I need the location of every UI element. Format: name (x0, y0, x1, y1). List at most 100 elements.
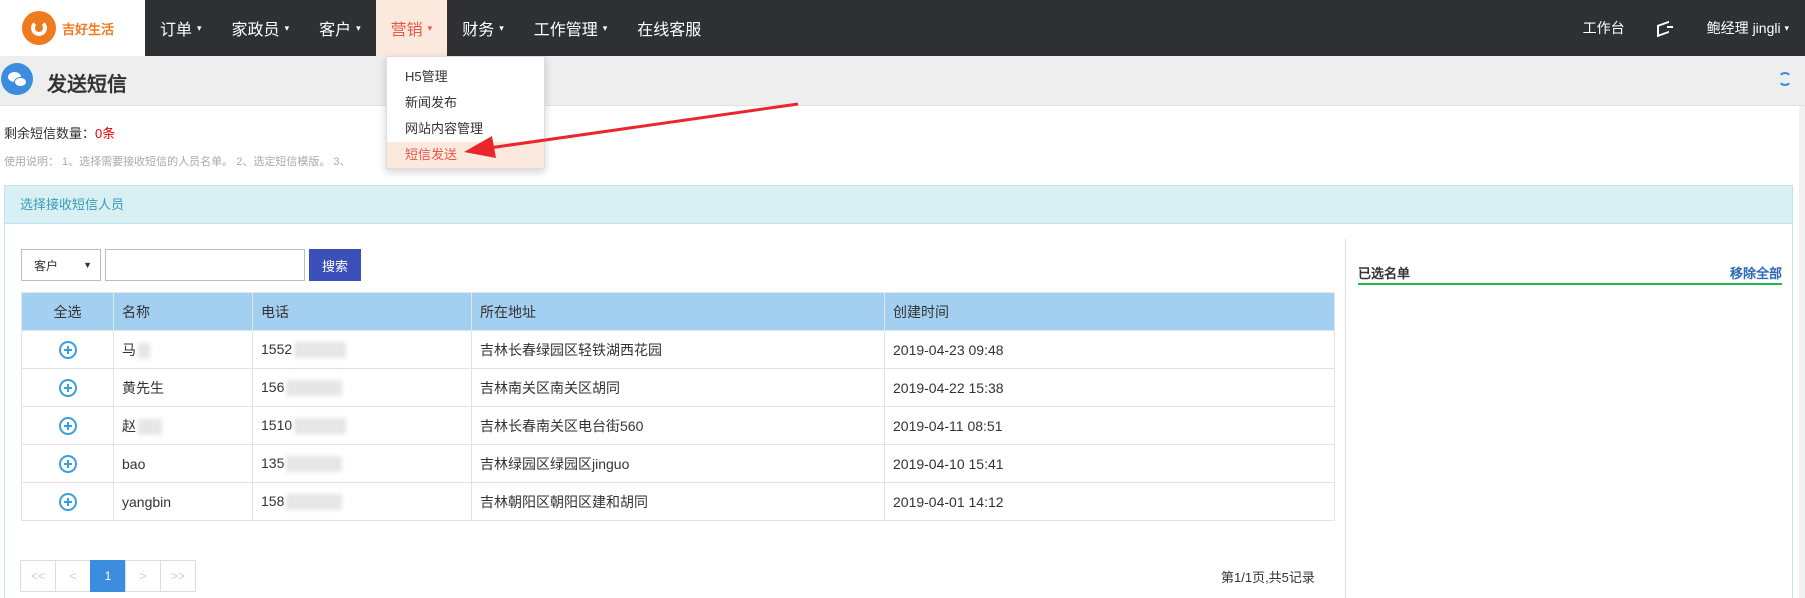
add-circle-icon[interactable] (58, 340, 77, 359)
chevron-down-icon: ▾ (356, 22, 361, 33)
row-name: 马 (113, 330, 253, 369)
row-created: 2019-04-10 15:41 (884, 444, 1335, 483)
nav-finance[interactable]: 财务 ▾ (447, 0, 519, 56)
nav-housekeepers[interactable]: 家政员 ▾ (217, 0, 305, 56)
column-created: 创建时间 (884, 292, 1335, 331)
recipient-type-value: 客户 (34, 258, 59, 273)
last-page-button[interactable]: >> (160, 560, 196, 592)
row-phone-text: 1552 (261, 340, 293, 357)
user-menu[interactable]: 鲍经理 jingli ▾ (1691, 0, 1805, 56)
usage-instructions: 使用说明： 1、选择需要接收短信的人员名单。 2、选定短信模版。 3、 (4, 156, 351, 168)
nav-work-management-label: 工作管理 (533, 22, 598, 39)
row-name-text: 赵 (122, 417, 136, 434)
column-phone: 电话 (252, 292, 472, 331)
search-input[interactable] (105, 249, 305, 281)
nav-online-service[interactable]: 在线客服 (622, 0, 716, 56)
row-name: bao (113, 444, 253, 483)
redacted-mask (286, 380, 343, 397)
row-phone-text: 135 (261, 454, 285, 471)
chevron-down-icon: ▾ (499, 22, 504, 33)
row-name: 黄先生 (113, 368, 253, 407)
nav-customers[interactable]: 客户 ▾ (304, 0, 376, 56)
row-add-cell (21, 330, 114, 369)
table-header: 全选 名称 电话 所在地址 创建时间 (21, 292, 1335, 331)
next-page-button[interactable]: > (125, 560, 161, 592)
page-titlebar: 发送短信 (0, 56, 1805, 106)
nav-orders[interactable]: 订单 ▾ (145, 0, 217, 56)
page-scrollbar[interactable] (1799, 106, 1805, 598)
notification-button[interactable] (1641, 0, 1691, 56)
chevron-down-icon: ▾ (1784, 22, 1789, 33)
nav-work-management[interactable]: 工作管理 ▾ (519, 0, 623, 56)
column-address: 所在地址 (471, 292, 885, 331)
panel-title: 选择接收短信人员 (5, 186, 1792, 224)
prev-page-button[interactable]: < (55, 560, 91, 592)
add-circle-icon[interactable] (58, 378, 77, 397)
nav-customers-label: 客户 (319, 22, 352, 39)
row-phone: 156 (252, 368, 472, 407)
row-address: 吉林绿园区绿园区jinguo (471, 444, 885, 483)
nav-online-service-label: 在线客服 (637, 22, 702, 39)
selected-list-title: 已选名单 (1358, 266, 1411, 281)
row-address: 吉林长春绿园区轻铁湖西花园 (471, 330, 885, 369)
search-bar: 客户 ▼ 搜索 (21, 249, 361, 281)
chat-bubbles-icon (1, 63, 33, 95)
row-add-cell (21, 368, 114, 407)
nav-marketing-label: 营销 (390, 22, 423, 39)
row-phone: 1552 (252, 330, 472, 369)
redacted-mask (294, 342, 347, 359)
selected-list-header: 已选名单 移除全部 (1358, 263, 1782, 285)
remaining-sms-label: 剩余短信数量： (4, 126, 96, 141)
megaphone-icon (1657, 21, 1675, 35)
user-role: 鲍经理 (1706, 20, 1749, 36)
menu-item-h5[interactable]: H5管理 (387, 64, 544, 90)
main-nav: 订单 ▾ 家政员 ▾ 客户 ▾ 营销 ▾ 财务 ▾ 工作管理 ▾ 在线客服 (145, 0, 716, 56)
user-name: jingli (1752, 20, 1781, 36)
brand-logo[interactable]: 吉好生活 (0, 0, 145, 56)
chevron-down-icon: ▾ (602, 22, 608, 33)
nav-orders-label: 订单 (160, 22, 193, 39)
redacted-mask (286, 494, 343, 511)
row-name-text: 马 (122, 341, 136, 358)
first-page-button[interactable]: << (20, 560, 56, 592)
table-row: yangbin 158 吉林朝阳区朝阳区建和胡同 2019-04-01 14:1… (21, 482, 1335, 521)
row-phone: 158 (252, 482, 472, 521)
recipient-table: 全选 名称 电话 所在地址 创建时间 马 1552 吉林长春绿园区轻铁湖西花园 … (21, 292, 1335, 521)
nav-right: 工作台 鲍经理 jingli ▾ (1567, 0, 1805, 56)
redacted-mask (138, 418, 162, 435)
redacted-mask (294, 418, 347, 435)
row-created: 2019-04-01 14:12 (884, 482, 1335, 521)
remaining-sms-value: 0条 (95, 126, 116, 141)
row-created: 2019-04-11 08:51 (884, 406, 1335, 445)
recipient-type-select[interactable]: 客户 ▼ (21, 249, 101, 281)
add-circle-icon[interactable] (58, 416, 77, 435)
chevron-down-icon: ▾ (197, 22, 202, 33)
nav-marketing[interactable]: 营销 ▾ (375, 0, 448, 56)
refresh-icon[interactable] (1778, 72, 1792, 86)
workbench-link[interactable]: 工作台 (1567, 0, 1641, 56)
column-name: 名称 (113, 292, 253, 331)
row-add-cell (21, 444, 114, 483)
remove-all-button[interactable]: 移除全部 (1730, 263, 1782, 282)
search-button[interactable]: 搜索 (309, 249, 361, 281)
redacted-mask (138, 342, 150, 359)
page-1-button[interactable]: 1 (90, 560, 126, 592)
add-circle-icon[interactable] (58, 492, 77, 511)
chevron-down-icon: ▾ (427, 22, 433, 33)
brand-logo-icon (22, 11, 56, 45)
row-add-cell (21, 482, 114, 521)
row-address: 吉林长春南关区电台街560 (471, 406, 885, 445)
recipient-panel: 选择接收短信人员 客户 ▼ 搜索 全选 名称 电话 所在地址 创建时间 马 155… (4, 185, 1793, 598)
row-phone: 135 (252, 444, 472, 483)
dropdown-arrow-icon: ▼ (83, 260, 92, 270)
table-row: 赵 1510 吉林长春南关区电台街560 2019-04-11 08:51 (21, 406, 1335, 445)
row-address: 吉林朝阳区朝阳区建和胡同 (471, 482, 885, 521)
table-row: 黄先生 156 吉林南关区南关区胡同 2019-04-22 15:38 (21, 368, 1335, 407)
add-circle-icon[interactable] (58, 454, 77, 473)
redacted-mask (286, 456, 343, 473)
row-phone: 1510 (252, 406, 472, 445)
select-all-header[interactable]: 全选 (21, 292, 114, 331)
pagination-info: 第1/1页,共5记录 (1221, 570, 1315, 585)
pagination: << < 1 > >> (20, 560, 196, 592)
row-address: 吉林南关区南关区胡同 (471, 368, 885, 407)
